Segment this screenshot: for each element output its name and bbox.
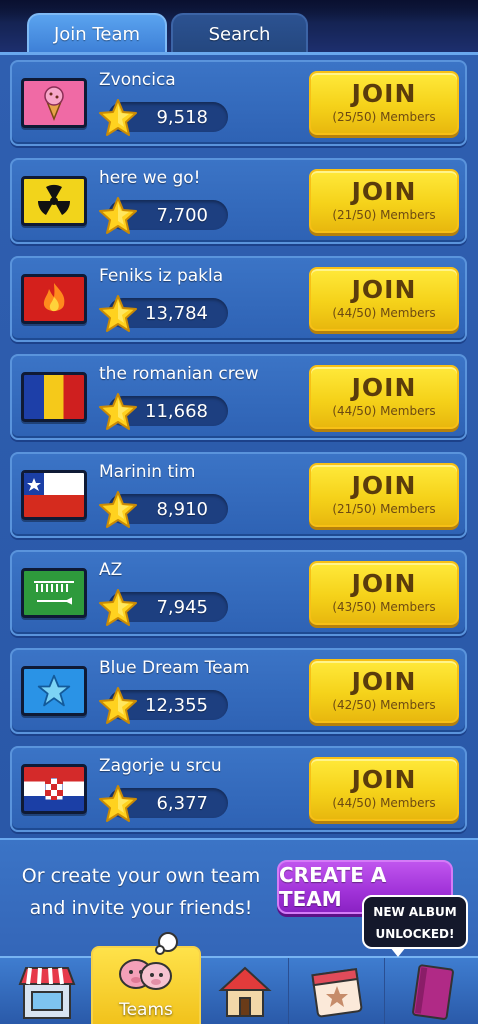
bottom-nav: Teams [0,932,478,1024]
ice-cream-flag-icon [21,78,87,128]
home-icon [217,966,272,1017]
team-list[interactable]: Zvoncica 9,518 JOIN (25/50) Members here… [0,52,478,838]
team-row: AZ 7,945 JOIN (43/50) Members [10,550,467,636]
croatia-flag-icon [21,764,87,814]
blue-star-flag-icon [21,666,87,716]
new-album-tooltip: NEW ALBUM UNLOCKED! [362,895,468,957]
nav-shop[interactable] [0,958,95,1024]
star-icon [99,295,137,332]
team-score: 12,355 [145,695,208,716]
create-team-prompt: Or create your own team and invite your … [16,860,266,924]
join-button[interactable]: JOIN (43/50) Members [309,561,459,625]
tab-search[interactable]: Search [171,13,308,53]
team-name: Zagorje u srcu [99,756,222,776]
join-label: JOIN [351,275,417,304]
join-members: (42/50) Members [332,698,436,712]
create-prompt-line2: and invite your friends! [29,897,253,919]
star-icon [99,687,137,724]
team-score: 9,518 [156,107,208,128]
top-tab-bar: Join Team Search [0,0,478,53]
star-icon [99,99,137,136]
nav-home[interactable] [201,958,289,1024]
join-label: JOIN [351,79,417,108]
join-button[interactable]: JOIN (44/50) Members [309,365,459,429]
star-icon [99,393,137,430]
nav-teams-label: Teams [119,1000,173,1020]
teams-icon [119,932,178,990]
nav-calendar[interactable] [289,958,385,1024]
join-members: (44/50) Members [332,404,436,418]
team-score: 7,945 [156,597,208,618]
join-label: JOIN [351,373,417,402]
join-label: JOIN [351,765,417,794]
join-members: (21/50) Members [332,502,436,516]
join-button[interactable]: JOIN (21/50) Members [309,463,459,527]
join-members: (25/50) Members [332,110,436,124]
join-button[interactable]: JOIN (21/50) Members [309,169,459,233]
star-icon [99,785,137,822]
join-members: (44/50) Members [332,796,436,810]
team-score: 7,700 [156,205,208,226]
team-score: 11,668 [145,401,208,422]
romania-flag-icon [21,372,87,422]
album-book-icon [411,964,454,1020]
tab-join-team-label: Join Team [53,23,141,45]
green-bar-flag-icon [21,568,87,618]
team-name: AZ [99,560,123,580]
tooltip-line1: NEW ALBUM [373,905,457,919]
join-button[interactable]: JOIN (44/50) Members [309,757,459,821]
join-button[interactable]: JOIN (42/50) Members [309,659,459,723]
join-label: JOIN [351,177,417,206]
star-icon [99,197,137,234]
team-row: Zvoncica 9,518 JOIN (25/50) Members [10,60,467,146]
calendar-icon [310,968,362,1018]
team-row: here we go! 7,700 JOIN (21/50) Members [10,158,467,244]
team-name: the romanian crew [99,364,259,384]
team-row: Feniks iz pakla 13,784 JOIN (44/50) Memb… [10,256,467,342]
nav-teams[interactable]: Teams [91,932,201,1024]
tab-join-team[interactable]: Join Team [27,13,167,53]
team-score: 6,377 [156,793,208,814]
tooltip-line2: UNLOCKED! [375,927,455,941]
team-name: Blue Dream Team [99,658,250,678]
team-name: Feniks iz pakla [99,266,224,286]
nav-album[interactable] [385,958,478,1024]
join-button[interactable]: JOIN (25/50) Members [309,71,459,135]
team-name: Marinin tim [99,462,196,482]
fire-flag-icon [21,274,87,324]
tab-search-label: Search [208,23,271,45]
team-name: Zvoncica [99,70,176,90]
star-icon [99,589,137,626]
team-name: here we go! [99,168,201,188]
create-prompt-line1: Or create your own team [21,865,261,887]
join-label: JOIN [351,667,417,696]
join-members: (44/50) Members [332,306,436,320]
team-score: 13,784 [145,303,208,324]
join-members: (43/50) Members [332,600,436,614]
chile-flag-icon [21,470,87,520]
team-score: 8,910 [156,499,208,520]
join-members: (21/50) Members [332,208,436,222]
join-label: JOIN [351,569,417,598]
star-icon [99,491,137,528]
team-row: Marinin tim 8,910 JOIN (21/50) Members [10,452,467,538]
team-row: Blue Dream Team 12,355 JOIN (42/50) Memb… [10,648,467,734]
join-button[interactable]: JOIN (44/50) Members [309,267,459,331]
shop-icon [18,967,76,1019]
radiation-flag-icon [21,176,87,226]
join-label: JOIN [351,471,417,500]
team-row: Zagorje u srcu 6,377 JOIN (44/50) Member… [10,746,467,832]
team-row: the romanian crew 11,668 JOIN (44/50) Me… [10,354,467,440]
